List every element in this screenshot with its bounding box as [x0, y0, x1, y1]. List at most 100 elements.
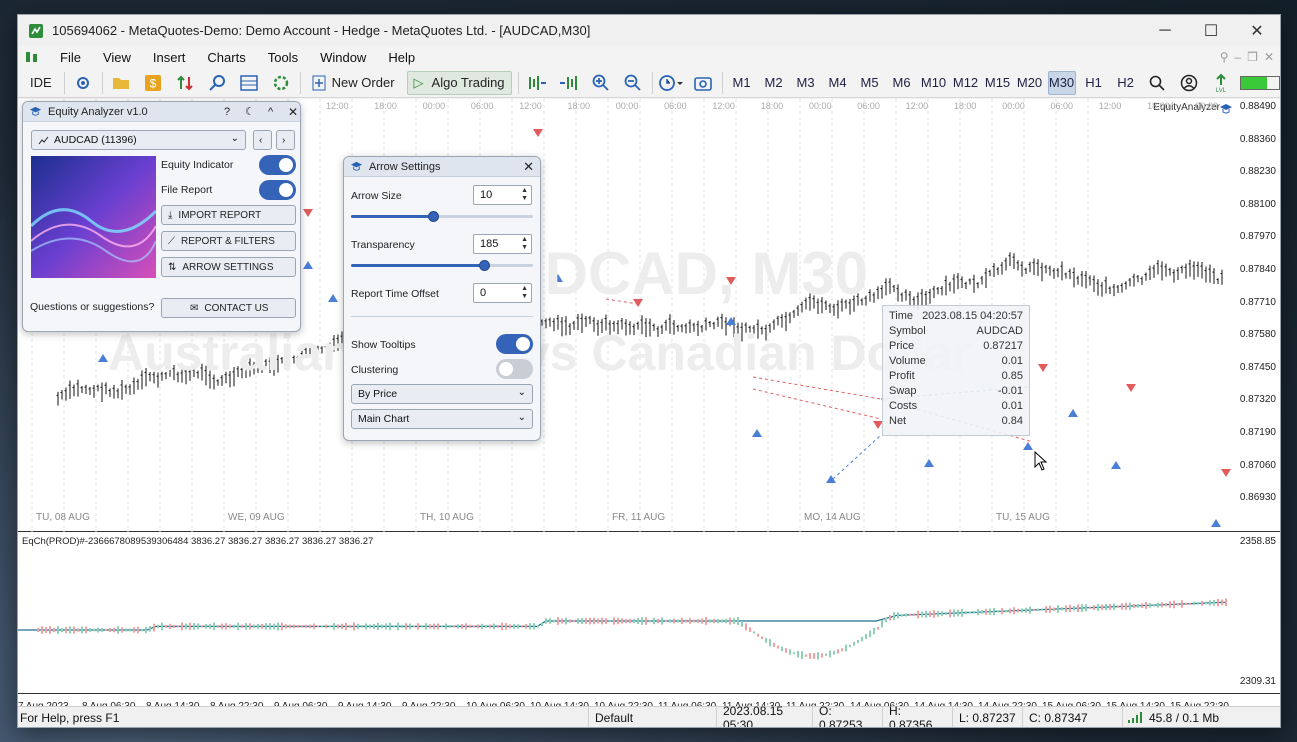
file-report-toggle[interactable]: [259, 180, 296, 200]
show-tooltips-toggle[interactable]: [496, 334, 533, 354]
menu-window[interactable]: Window: [309, 50, 377, 65]
arrow-settings-label: ARROW SETTINGS: [182, 261, 274, 273]
autoscroll-icon[interactable]: [556, 71, 582, 95]
theme-toggle-button[interactable]: ☾: [245, 105, 255, 118]
menu-charts[interactable]: Charts: [196, 50, 256, 65]
equity-indicator-canvas[interactable]: [18, 534, 1281, 694]
tf-m1[interactable]: M1: [728, 71, 756, 95]
equity-panel-header[interactable]: Equity Analyzer v1.0 ? ☾ ^ ✕: [23, 102, 300, 122]
envelope-icon: ✉: [190, 302, 199, 314]
menu-file[interactable]: File: [49, 50, 92, 65]
arrow-size-label: Arrow Size: [351, 190, 402, 202]
day-label: WE, 09 AUG: [228, 512, 285, 523]
strategy-tester-icon[interactable]: [268, 71, 294, 95]
mdi-close-button[interactable]: ✕: [1264, 50, 1274, 64]
algo-trading-label: Algo Trading: [431, 75, 505, 90]
collapse-button[interactable]: ^: [268, 106, 273, 118]
status-traffic[interactable]: 45.8 / 0.1 Mb: [1122, 706, 1262, 727]
tf-m20[interactable]: M20: [1016, 71, 1044, 95]
menu-tools[interactable]: Tools: [257, 50, 309, 65]
day-label: MO, 14 AUG: [804, 512, 861, 523]
pin-icon[interactable]: ⚲: [1220, 50, 1229, 64]
transparency-input[interactable]: 185 ▲ ▼: [473, 234, 532, 254]
tf-m3[interactable]: M3: [792, 71, 820, 95]
close-button[interactable]: ✕: [1234, 15, 1280, 46]
minimize-button[interactable]: ─: [1142, 15, 1188, 46]
clock-icon[interactable]: [658, 71, 684, 95]
arrow-settings-button[interactable]: ⇅ ARROW SETTINGS: [161, 257, 296, 277]
ide-button[interactable]: IDE: [24, 71, 58, 95]
arrow-size-slider-knob[interactable]: [427, 211, 439, 222]
mdi-minimize-button[interactable]: –: [1234, 50, 1241, 64]
new-order-button[interactable]: New Order: [306, 71, 401, 95]
download-icon: ⤓: [168, 209, 173, 221]
indicator-subwindow[interactable]: EqCh(PROD)#-2366678089539306484 3836.27 …: [18, 534, 1280, 694]
folder-icon[interactable]: [108, 71, 134, 95]
top-time-label: 00:00: [1002, 101, 1025, 111]
top-time-label: 18:00: [953, 101, 977, 111]
help-button[interactable]: ?: [224, 106, 230, 118]
market-watch-icon[interactable]: [236, 71, 262, 95]
signals-icon[interactable]: [204, 71, 230, 95]
arrow-panel-header[interactable]: Arrow Settings ✕: [344, 157, 540, 177]
mdi-restore-button[interactable]: ❐: [1247, 50, 1258, 64]
price-level-label: 0.87710: [1239, 296, 1276, 308]
contact-us-button[interactable]: ✉ CONTACT US: [161, 298, 296, 318]
tf-h2[interactable]: H2: [1112, 71, 1140, 95]
abstract-wave-image: [31, 156, 156, 278]
tf-h1[interactable]: H1: [1080, 71, 1108, 95]
tf-m4[interactable]: M4: [824, 71, 852, 95]
title-bar[interactable]: 105694062 - MetaQuotes-Demo: Demo Accoun…: [18, 15, 1280, 46]
next-symbol-button[interactable]: ›: [276, 130, 295, 150]
price-level-label: 0.86930: [1239, 492, 1276, 504]
equity-indicator-toggle[interactable]: [259, 155, 296, 175]
report-offset-input[interactable]: 0 ▲ ▼: [473, 283, 532, 303]
tf-m2[interactable]: M2: [760, 71, 788, 95]
menu-view[interactable]: View: [92, 50, 142, 65]
tf-m12[interactable]: M12: [952, 71, 980, 95]
algo-trading-button[interactable]: ▷ Algo Trading: [406, 70, 512, 95]
menu-insert[interactable]: Insert: [142, 50, 197, 65]
cluster-mode-select[interactable]: By Price ⌄: [351, 384, 533, 404]
tooltip-value: 0.84: [1001, 415, 1023, 427]
zoom-in-icon[interactable]: [588, 71, 614, 95]
day-label: TU, 15 AUG: [996, 512, 1050, 523]
tf-m15[interactable]: M15: [984, 71, 1012, 95]
dollar-icon[interactable]: $: [140, 71, 166, 95]
import-report-button[interactable]: ⤓ IMPORT REPORT: [161, 205, 296, 225]
status-time: 2023.08.15 05:30: [716, 704, 812, 727]
zoom-out-icon[interactable]: [620, 71, 646, 95]
new-order-label: New Order: [331, 75, 395, 90]
report-filters-button[interactable]: ⟋ REPORT & FILTERS: [161, 231, 296, 251]
spin-arrows-icon: ▲ ▼: [521, 236, 528, 251]
symbol-select[interactable]: AUDCAD (11396) ⌄: [31, 130, 246, 150]
lvl-icon[interactable]: LVL: [1208, 71, 1234, 95]
equity-panel-close-button[interactable]: ✕: [288, 105, 298, 119]
buy-arrow-icon: [1211, 519, 1221, 527]
search-icon[interactable]: [1144, 71, 1170, 95]
transparency-slider-knob[interactable]: [478, 260, 490, 271]
prev-symbol-button[interactable]: ‹: [253, 130, 272, 150]
tf-m10[interactable]: M10: [920, 71, 948, 95]
tf-m6[interactable]: M6: [888, 71, 916, 95]
account-icon[interactable]: [1176, 71, 1202, 95]
arrow-size-input[interactable]: 10 ▲ ▼: [473, 185, 532, 205]
status-help: For Help, press F1: [20, 711, 120, 725]
tf-m30[interactable]: M30: [1047, 70, 1076, 95]
tf-m5[interactable]: M5: [856, 71, 884, 95]
trade-arrows-icon[interactable]: [172, 71, 198, 95]
arrow-size-value: 10: [480, 189, 493, 201]
top-time-label: 00:00: [809, 101, 832, 111]
screenshot-icon[interactable]: [690, 71, 716, 95]
target-chart-select[interactable]: Main Chart ⌄: [351, 409, 533, 429]
chart-shift-icon[interactable]: [524, 71, 550, 95]
arrow-panel-close-button[interactable]: ✕: [523, 159, 534, 175]
settings-icon[interactable]: [70, 71, 96, 95]
chart-area[interactable]: AUDCAD, M30 Australian Dollar vs Canadia…: [18, 99, 1280, 712]
status-profile[interactable]: Default: [588, 706, 716, 727]
panel-divider: [351, 316, 533, 317]
clustering-toggle[interactable]: [496, 359, 533, 379]
buy-arrow-icon: [1111, 461, 1121, 469]
maximize-button[interactable]: ☐: [1188, 15, 1234, 46]
menu-help[interactable]: Help: [377, 50, 426, 65]
